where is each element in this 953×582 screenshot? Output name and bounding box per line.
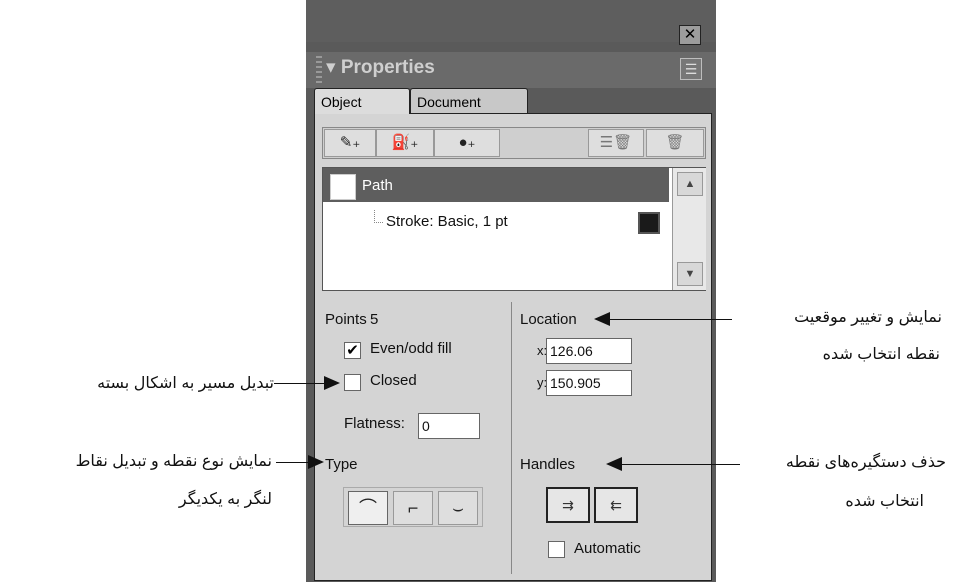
arrow-icon (324, 376, 340, 390)
arrow-icon (308, 455, 324, 469)
closed-label[interactable]: Closed (370, 372, 417, 389)
annotation-location-line (608, 319, 732, 320)
points-count: 5 (370, 311, 379, 328)
options-menu-icon[interactable]: ☰ (680, 58, 702, 80)
annotation-handles-line1: حذف دستگیره‌های نقطه (785, 454, 946, 471)
annotation-type-line1: نمایش نوع نقطه و تبدیل نقاط (75, 453, 272, 470)
arrow-icon (606, 457, 622, 471)
annotation-closed-line (274, 383, 326, 384)
drag-grip-icon[interactable] (316, 56, 322, 84)
section-divider (511, 302, 512, 574)
stroke-label[interactable]: Stroke: Basic, 1 pt (386, 213, 508, 230)
automatic-label[interactable]: Automatic (574, 540, 641, 557)
handles-label: Handles (520, 456, 576, 473)
tab-object[interactable]: Object (314, 88, 410, 114)
annotation-location-line2: نقطه انتخاب شده (822, 346, 940, 363)
evenodd-label[interactable]: Even/odd fill (370, 340, 452, 357)
add-stroke-button[interactable]: ✎₊ (324, 129, 376, 157)
type-label: Type (325, 456, 358, 473)
annotation-type-line2: لنگر به یکدیگر (178, 491, 272, 508)
annotation-type-line (276, 462, 308, 463)
location-label: Location (520, 311, 577, 328)
points-label: Points (325, 311, 367, 328)
annotation-handles-line2: انتخاب شده (845, 493, 924, 510)
window-titlebar (306, 0, 716, 42)
y-input[interactable]: 150.905 (546, 370, 632, 396)
scroll-down-icon[interactable]: ▼ (677, 262, 703, 286)
automatic-checkbox[interactable] (548, 541, 565, 558)
flatness-label: Flatness: (344, 415, 405, 432)
panel-title[interactable]: ▾ Properties (326, 56, 435, 79)
delete-multiple-button[interactable]: ☰🗑 (588, 129, 644, 157)
close-icon[interactable]: ✕ (679, 25, 701, 45)
curve-point-button[interactable]: ⌒ (348, 491, 388, 525)
corner-point-button[interactable]: ⌐ (393, 491, 433, 525)
retract-handles-button[interactable]: ⇉ (546, 487, 590, 523)
annotation-location-line1: نمایش و تغییر موقعیت (794, 309, 942, 326)
annotation-closed: تبدیل مسیر به اشکال بسته (97, 375, 274, 392)
connector-point-button[interactable]: ⌣ (438, 491, 478, 525)
path-label: Path (362, 177, 393, 194)
tab-document[interactable]: Document (410, 88, 528, 114)
arrow-icon (594, 312, 610, 326)
add-effect-button[interactable]: ●₊ (434, 129, 500, 157)
path-swatch (330, 174, 356, 200)
delete-button[interactable]: 🗑 (646, 129, 704, 157)
x-input[interactable]: 126.06 (546, 338, 632, 364)
stroke-color-swatch[interactable] (638, 212, 660, 234)
closed-checkbox[interactable] (344, 374, 361, 391)
scroll-up-icon[interactable]: ▲ (677, 172, 703, 196)
tree-connector (374, 210, 383, 223)
annotation-handles-line (622, 464, 740, 465)
flatness-input[interactable]: 0 (418, 413, 480, 439)
evenodd-checkbox[interactable]: ✔ (344, 342, 361, 359)
add-fill-button[interactable]: ⛽₊ (376, 129, 434, 157)
extend-handles-button[interactable]: ⇇ (594, 487, 638, 523)
